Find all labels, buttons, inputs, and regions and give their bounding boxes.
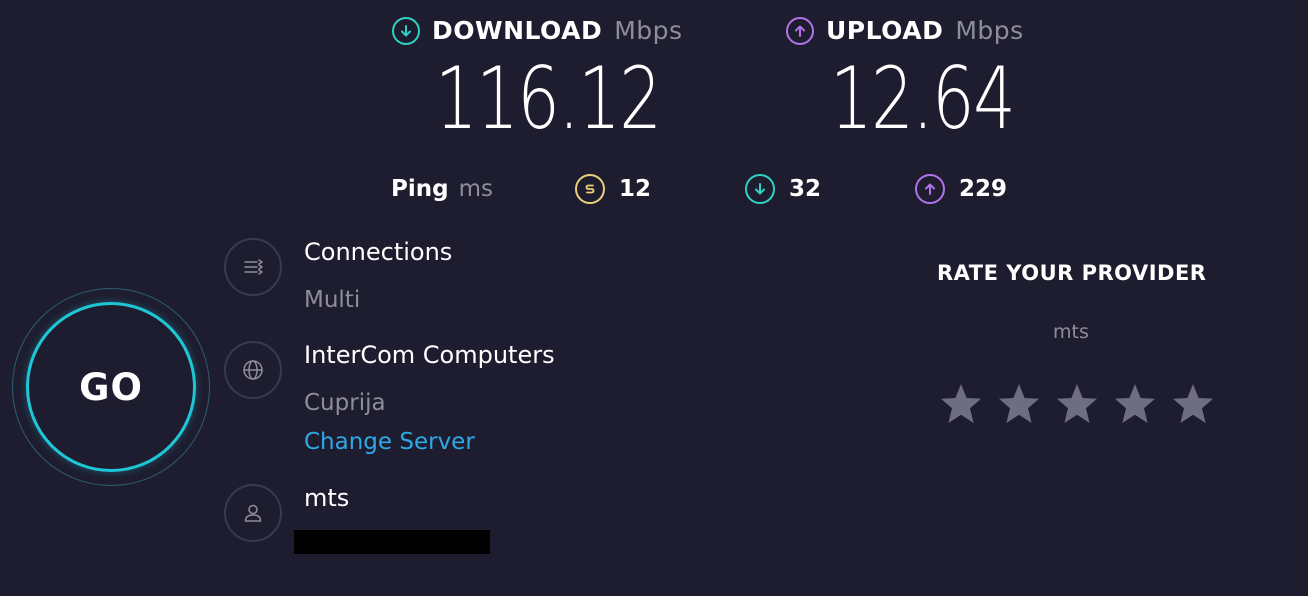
star-3-icon[interactable] — [1054, 381, 1100, 427]
ping-upload: 229 — [915, 174, 1007, 204]
ping-unit: ms — [458, 176, 493, 202]
ping-idle: 12 — [575, 174, 651, 204]
redacted-ip-block — [294, 530, 490, 554]
go-button-ring[interactable]: GO — [26, 302, 196, 472]
ping-download: 32 — [745, 174, 821, 204]
ping-label: Ping — [391, 176, 449, 202]
server-location: Cuprija — [304, 390, 386, 416]
upload-label: UPLOAD — [826, 16, 944, 45]
download-header: DOWNLOAD Mbps — [392, 16, 683, 45]
ping-icon — [575, 174, 605, 204]
connections-title: Connections — [304, 238, 453, 266]
go-button[interactable]: GO — [12, 288, 210, 486]
upload-arrow-icon — [786, 16, 814, 45]
connections-value[interactable]: Multi — [304, 287, 360, 313]
upload-header: UPLOAD Mbps — [786, 16, 1024, 45]
download-arrow-icon — [745, 174, 775, 204]
ping-idle-value: 12 — [619, 176, 652, 202]
go-button-label[interactable]: GO — [79, 366, 143, 409]
connections-icon — [224, 238, 282, 296]
server-name: InterCom Computers — [304, 341, 555, 369]
upload-arrow-icon — [915, 174, 945, 204]
rate-provider-name: mts — [1053, 321, 1089, 343]
rate-provider-title: RATE YOUR PROVIDER — [937, 261, 1207, 285]
isp-name: mts — [304, 484, 350, 512]
star-1-icon[interactable] — [938, 381, 984, 427]
download-arrow-icon — [392, 16, 420, 45]
globe-icon — [224, 341, 282, 399]
download-label: DOWNLOAD — [432, 16, 603, 45]
upload-unit: Mbps — [955, 16, 1024, 45]
upload-speed-value: 12.64 — [830, 49, 1016, 149]
rating-stars — [938, 381, 1216, 427]
user-icon — [224, 484, 282, 542]
star-4-icon[interactable] — [1112, 381, 1158, 427]
star-5-icon[interactable] — [1170, 381, 1216, 427]
download-unit: Mbps — [614, 16, 683, 45]
download-speed-value: 116.12 — [435, 49, 662, 149]
ping-label-group: Ping ms — [391, 176, 493, 202]
star-2-icon[interactable] — [996, 381, 1042, 427]
ping-download-value: 32 — [789, 176, 822, 202]
change-server-link[interactable]: Change Server — [304, 429, 475, 455]
ping-upload-value: 229 — [959, 176, 1008, 202]
